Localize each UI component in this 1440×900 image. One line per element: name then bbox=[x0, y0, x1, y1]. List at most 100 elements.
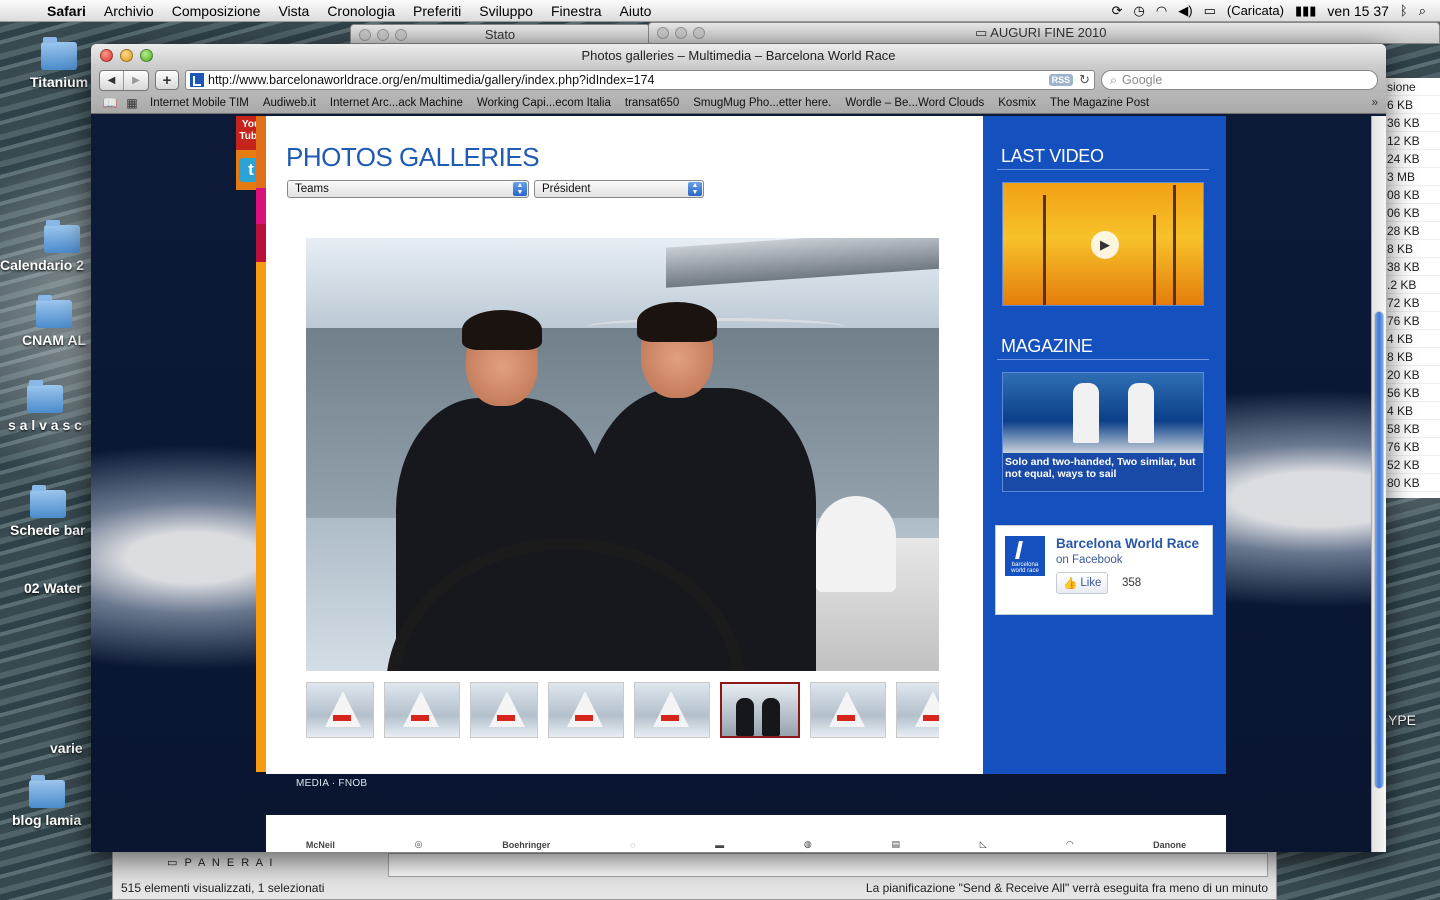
gallery-thumbnail[interactable] bbox=[634, 682, 710, 738]
list-item[interactable]: 76 KB bbox=[1385, 312, 1440, 330]
list-item[interactable]: 28 KB bbox=[1385, 222, 1440, 240]
forward-button[interactable]: ▶ bbox=[124, 71, 148, 90]
gallery-thumbnail[interactable] bbox=[306, 682, 374, 738]
menu-composizione[interactable]: Composizione bbox=[163, 3, 270, 19]
spotlight-search-icon[interactable]: ⌕ bbox=[1419, 3, 1426, 19]
like-button[interactable]: 👍 Like bbox=[1056, 572, 1109, 594]
bookmark-item[interactable]: SmugMug Pho...etter here. bbox=[686, 97, 838, 109]
gallery-thumbnail[interactable] bbox=[470, 682, 538, 738]
bookmark-item[interactable]: Internet Arc...ack Machine bbox=[323, 97, 470, 109]
list-item[interactable]: 72 KB bbox=[1385, 294, 1440, 312]
bookmark-item[interactable]: Internet Mobile TIM bbox=[143, 97, 256, 109]
gallery-thumbnail[interactable] bbox=[384, 682, 460, 738]
mail-window[interactable]: ▭ P A N E R A I 515 elementi visualizzat… bbox=[112, 850, 1277, 900]
mail-folder-item[interactable]: ▭ P A N E R A I bbox=[167, 856, 274, 869]
list-item[interactable]: 4 KB bbox=[1385, 402, 1440, 420]
status-window[interactable]: Stato bbox=[350, 24, 650, 44]
sponsor-logo[interactable]: ◠ bbox=[1066, 839, 1073, 850]
desktop-icon-schede[interactable]: Schede bar bbox=[10, 485, 85, 538]
desktop-icon-varie[interactable]: varie bbox=[50, 740, 83, 756]
magazine-caption[interactable]: Solo and two-handed, Two similar, but no… bbox=[1003, 453, 1203, 483]
sponsor-logo[interactable]: ◎ bbox=[415, 839, 423, 850]
sponsor-logo[interactable]: ◍ bbox=[804, 839, 812, 850]
menu-preferiti[interactable]: Preferiti bbox=[404, 3, 470, 19]
zoom-button[interactable] bbox=[140, 49, 153, 62]
menu-cronologia[interactable]: Cronologia bbox=[318, 3, 404, 19]
footer-links[interactable]: MEDIA · FNOB bbox=[296, 778, 367, 789]
list-item[interactable]: 56 KB bbox=[1385, 384, 1440, 402]
menu-vista[interactable]: Vista bbox=[269, 3, 318, 19]
desktop-icon-calendario[interactable]: Calendario 2 bbox=[0, 220, 84, 273]
battery-icon[interactable]: ▭ bbox=[1204, 3, 1216, 19]
time-machine-icon[interactable]: ◷ bbox=[1134, 3, 1145, 19]
list-item[interactable]: 36 KB bbox=[1385, 114, 1440, 132]
bookmark-item[interactable]: The Magazine Post bbox=[1043, 97, 1156, 109]
auguri-window[interactable]: ▭ AUGURI FINE 2010 bbox=[648, 22, 1440, 44]
list-item[interactable]: 8 KB bbox=[1385, 348, 1440, 366]
list-item[interactable]: 38 KB bbox=[1385, 258, 1440, 276]
add-bookmark-button[interactable]: + bbox=[155, 70, 179, 90]
main-photo[interactable] bbox=[306, 238, 939, 671]
sponsor-logo[interactable]: Danone bbox=[1153, 840, 1186, 850]
menu-aiuto[interactable]: Aiuto bbox=[611, 3, 661, 19]
language-flag-icon[interactable]: ▮▮▮ bbox=[1295, 3, 1316, 19]
team-select[interactable]: Président ▲ ▼ bbox=[534, 180, 704, 198]
address-bar[interactable]: http://www.barcelonaworldrace.org/en/mul… bbox=[185, 70, 1095, 90]
battery-status[interactable]: (Caricata) bbox=[1227, 3, 1284, 18]
desktop-icon-salvasc[interactable]: s a l v a s c bbox=[8, 380, 82, 433]
list-item[interactable]: 58 KB bbox=[1385, 420, 1440, 438]
list-item[interactable]: 12 KB bbox=[1385, 132, 1440, 150]
sponsor-logo[interactable]: ◌ bbox=[630, 840, 635, 850]
list-item[interactable]: 80 KB bbox=[1385, 474, 1440, 492]
desktop-icon-titanium[interactable]: Titanium bbox=[30, 37, 88, 90]
wifi-icon[interactable]: ◠ bbox=[1156, 3, 1167, 19]
sponsor-logo[interactable]: ▬ bbox=[715, 840, 724, 850]
title-bar[interactable]: Photos galleries – Multimedia – Barcelon… bbox=[91, 44, 1386, 67]
list-item[interactable]: 08 KB bbox=[1385, 186, 1440, 204]
menu-app-safari[interactable]: Safari bbox=[38, 3, 95, 19]
scrollbar-thumb[interactable] bbox=[1374, 311, 1384, 789]
close-button[interactable] bbox=[100, 49, 113, 62]
bookmark-item[interactable]: Kosmix bbox=[991, 97, 1043, 109]
menu-sviluppo[interactable]: Sviluppo bbox=[470, 3, 542, 19]
sponsor-logo[interactable]: ◺ bbox=[980, 839, 987, 850]
minimize-button[interactable] bbox=[120, 49, 133, 62]
gallery-thumbnail[interactable] bbox=[548, 682, 624, 738]
list-item[interactable]: 3 MB bbox=[1385, 168, 1440, 186]
clock[interactable]: ven 15 37 bbox=[1327, 3, 1389, 19]
volume-icon[interactable]: ◀) bbox=[1178, 3, 1192, 19]
rss-button[interactable]: RSS bbox=[1048, 74, 1074, 86]
book-icon[interactable]: 📖 bbox=[99, 96, 121, 110]
desktop-icon-water[interactable]: 02 Water bbox=[24, 580, 82, 596]
back-button[interactable]: ◀ bbox=[100, 70, 124, 90]
bookmark-item[interactable]: Working Capi...ecom Italia bbox=[470, 97, 618, 109]
last-video-thumbnail[interactable]: ▶ bbox=[1002, 182, 1204, 306]
sponsor-logo[interactable]: ▤ bbox=[891, 839, 900, 850]
category-select[interactable]: Teams ▲ ▼ bbox=[287, 180, 529, 198]
list-item[interactable]: 24 KB bbox=[1385, 150, 1440, 168]
file-size-column[interactable]: sione 6 KB 36 KB 12 KB 24 KB 3 MB 08 KB … bbox=[1384, 78, 1440, 498]
sync-icon[interactable]: ⟳ bbox=[1112, 3, 1123, 19]
vertical-scrollbar[interactable] bbox=[1371, 116, 1386, 852]
sponsor-logo[interactable]: McNeil bbox=[306, 840, 335, 850]
list-item[interactable]: 06 KB bbox=[1385, 204, 1440, 222]
sponsor-logo[interactable]: Boehringer bbox=[502, 840, 550, 850]
gallery-thumbnail[interactable] bbox=[810, 682, 886, 738]
list-item[interactable]: 8 KB bbox=[1385, 240, 1440, 258]
list-item[interactable]: 4 KB bbox=[1385, 330, 1440, 348]
menu-archivio[interactable]: Archivio bbox=[95, 3, 163, 19]
barcelona-world-race-logo[interactable]: barcelona world race bbox=[1005, 536, 1045, 576]
url-text[interactable]: http://www.barcelonaworldrace.org/en/mul… bbox=[208, 73, 1049, 87]
bookmark-item[interactable]: Audiweb.it bbox=[256, 97, 323, 109]
desktop-icon-blog[interactable]: blog lamia bbox=[12, 775, 81, 828]
bookmarks-overflow-icon[interactable]: » bbox=[1372, 97, 1378, 109]
list-item[interactable]: 20 KB bbox=[1385, 366, 1440, 384]
list-item[interactable]: 6 KB bbox=[1385, 96, 1440, 114]
mail-preview-pane[interactable] bbox=[388, 853, 1268, 877]
grid-icon[interactable]: ▦ bbox=[121, 96, 143, 110]
desktop-icon-cnam[interactable]: CNAM AL bbox=[22, 295, 86, 348]
list-item[interactable]: 52 KB bbox=[1385, 456, 1440, 474]
play-icon[interactable]: ▶ bbox=[1091, 231, 1119, 259]
search-field[interactable]: ⌕ Google bbox=[1101, 70, 1378, 90]
bookmark-item[interactable]: Wordle – Be...Word Clouds bbox=[838, 97, 991, 109]
